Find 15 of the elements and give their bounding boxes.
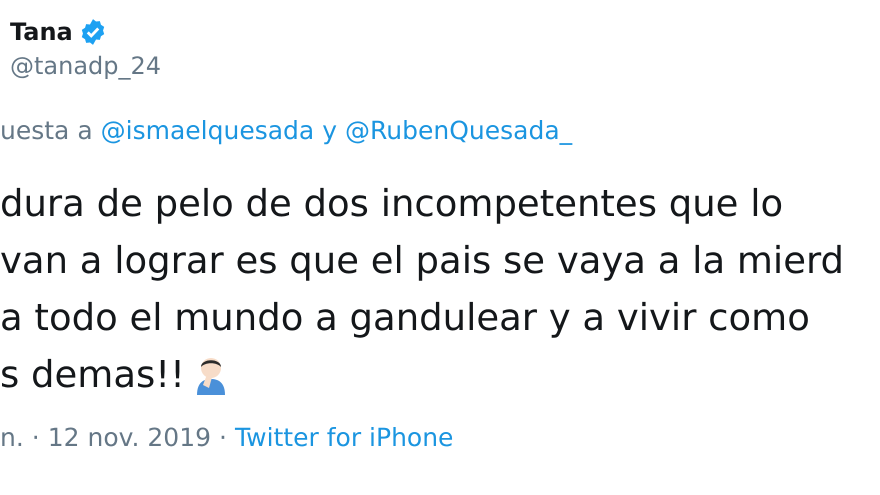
reply-label: uesta a — [0, 116, 93, 145]
mention-link[interactable]: @RubenQuesada_ — [345, 116, 572, 145]
tweet-text-line: dura de pelo de dos incompetentes que lo — [0, 181, 784, 227]
separator-dot: · — [219, 423, 227, 452]
tweet-text-line: van a lograr es que el pais se vaya a la mierd — [0, 238, 844, 284]
mention-link[interactable]: @ismaelquesada — [100, 116, 314, 145]
tweet-date[interactable]: 12 nov. 2019 — [48, 423, 212, 452]
tweet-time: n. — [0, 423, 24, 452]
reply-joiner: y — [322, 116, 338, 145]
source-link[interactable]: Twitter for iPhone — [234, 423, 454, 452]
tweet-text-line: s demas!! — [0, 352, 185, 398]
separator-dot: · — [32, 423, 40, 452]
author-name[interactable]: Tana — [10, 18, 73, 46]
tweet-text-line: a todo el mundo a gandulear y a vivir como — [0, 295, 810, 341]
user-handle[interactable]: @tanadp_24 — [0, 52, 880, 80]
